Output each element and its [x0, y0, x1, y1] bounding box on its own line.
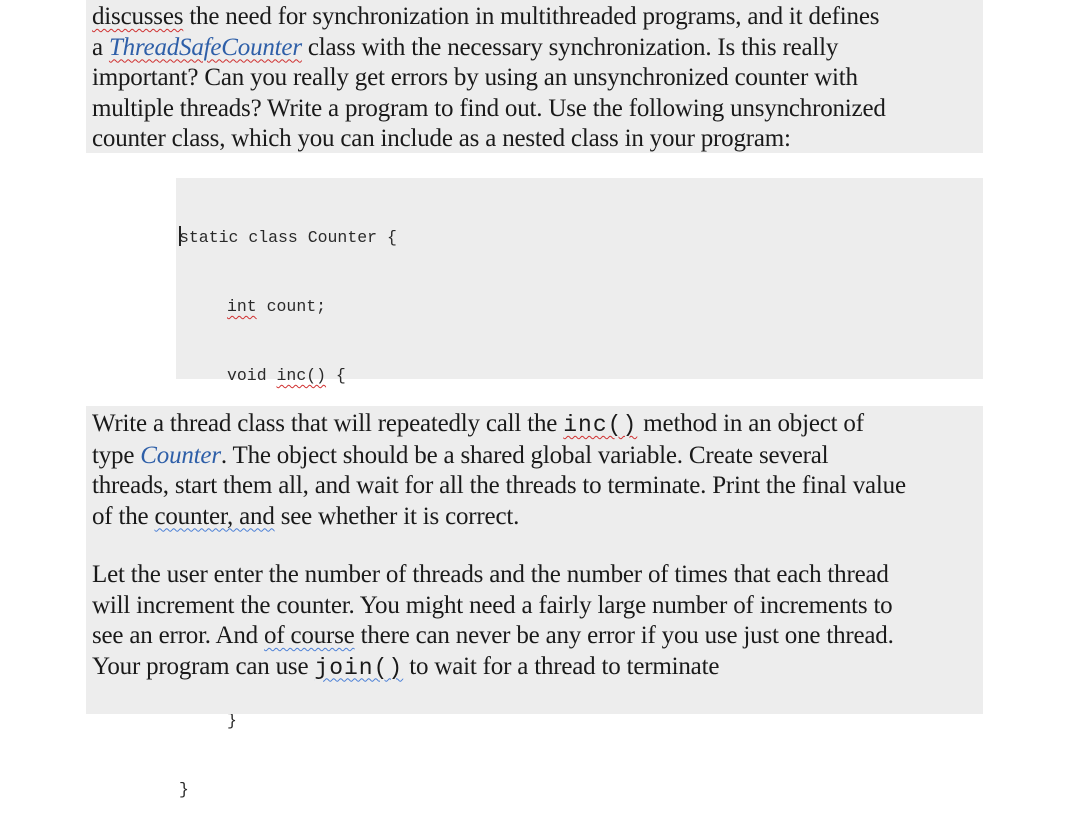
inline-code-inc: inc()	[563, 412, 638, 438]
code-line-9: }	[179, 780, 189, 799]
intro-line-2-prefix: a	[92, 33, 109, 61]
task-p2-line-1: Let the user enter the number of threads…	[92, 561, 889, 588]
code-line-1: static class Counter {	[179, 226, 983, 249]
task-p1-line-2-rest: . The object should be a shared global v…	[220, 441, 829, 469]
code-line-2-text: count;	[256, 297, 327, 316]
code-keyword-void: void	[227, 366, 277, 385]
grammar-flag: of course	[264, 622, 355, 649]
task-p2-line-4-text: Your program can use	[92, 652, 315, 680]
intro-line-2: a ThreadSafeCounter class with the neces…	[92, 33, 983, 64]
task-p2-line-3-text: see an error. And	[92, 622, 265, 649]
code-block-counter-class: static class Counter { int count; void i…	[176, 178, 983, 799]
task-paragraph-2: Let the user enter the number of threads…	[92, 560, 983, 683]
task-p2-line-2: will increment the counter. You might ne…	[92, 591, 893, 619]
task-p2-line-4: Your program can use join() to wait for …	[92, 652, 983, 684]
task-p1-line-3: threads, start them all, and wait for al…	[92, 472, 906, 499]
task-paragraph-1: Write a thread class that will repeatedl…	[92, 409, 983, 532]
code-keyword-int: int	[227, 297, 257, 316]
threadsafecounter-class-name: ThreadSafeCounter	[108, 33, 302, 61]
task-p1-line-4-text: of the	[92, 502, 155, 530]
task-p2-line-3-rest: there can never be any error if you use …	[354, 622, 894, 649]
code-line-3-brace: {	[326, 366, 346, 385]
task-p2-line-4-rest: to wait for a thread to terminate	[403, 652, 720, 680]
intro-line-1: discusses the need for synchronization i…	[92, 2, 983, 33]
code-line-1-text: tatic class Counter {	[188, 228, 397, 247]
intro-line-2-text: class with the necessary synchronization…	[301, 33, 839, 61]
task-p2-line-3: see an error. And of course there can ne…	[92, 621, 983, 652]
task-p1-line-2-text: type	[92, 441, 141, 469]
task-p1-line-1-rest: method in an object of	[637, 410, 864, 437]
counter-class-name: Counter	[140, 441, 221, 469]
task-description: Write a thread class that will repeatedl…	[86, 406, 983, 714]
task-p1-line-4: of the counter, and see whether it is co…	[92, 502, 983, 533]
intro-line-3: important? Can you really get errors by …	[92, 64, 858, 91]
task-p1-line-1-text: Write a thread class that will repeatedl…	[92, 410, 564, 437]
intro-line-4: multiple threads? Write a program to fin…	[92, 94, 886, 122]
task-p1-line-1: Write a thread class that will repeatedl…	[92, 409, 983, 441]
intro-line-1-text: the need for synchronization in multithr…	[183, 3, 880, 30]
task-p1-line-2: type Counter. The object should be a sha…	[92, 441, 983, 472]
spellcheck-word: discusses	[92, 3, 184, 30]
intro-line-5: counter class, which you can include as …	[92, 125, 791, 152]
inline-code-join: join()	[314, 654, 404, 681]
code-method-inc: inc()	[276, 366, 327, 385]
grammar-flag: counter, and	[154, 502, 275, 530]
code-line-1-first-char: s	[179, 228, 189, 247]
task-p1-line-4-rest: see whether it is correct.	[274, 502, 520, 530]
code-line-2: int count;	[179, 295, 983, 318]
code-line-3: void inc() {	[179, 364, 983, 387]
intro-paragraph: discusses the need for synchronization i…	[86, 0, 983, 153]
